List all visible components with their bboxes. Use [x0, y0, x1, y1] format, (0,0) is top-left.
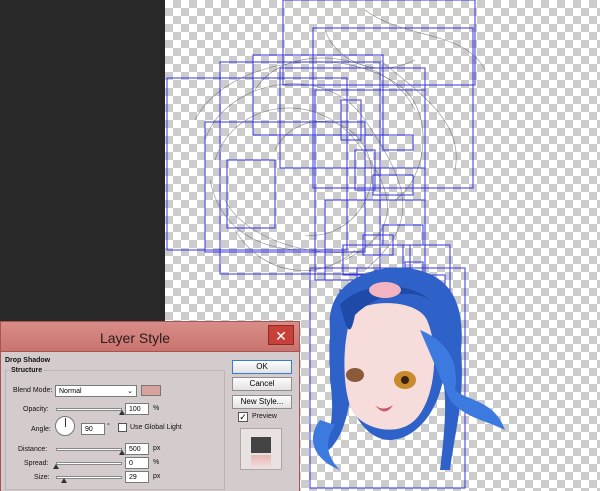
- character-illustration: [312, 267, 505, 470]
- ok-button[interactable]: OK: [232, 360, 292, 374]
- spread-slider-handle[interactable]: [53, 464, 59, 469]
- blend-mode-value: Normal: [59, 388, 82, 395]
- close-button[interactable]: ✕: [268, 325, 294, 345]
- angle-dial-needle: [65, 418, 66, 427]
- blend-mode-select[interactable]: Normal ⌄: [55, 385, 137, 397]
- opacity-unit: %: [153, 405, 160, 412]
- preview-swatch: [251, 437, 271, 453]
- distance-unit: px: [153, 445, 161, 452]
- angle-unit: °: [107, 423, 110, 430]
- distance-slider[interactable]: [56, 448, 122, 451]
- preview-shadow: [251, 455, 271, 467]
- angle-dial[interactable]: [55, 416, 75, 436]
- opacity-slider[interactable]: [56, 408, 122, 411]
- shadow-color-swatch[interactable]: [141, 385, 161, 396]
- size-label: Size:: [34, 474, 50, 481]
- angle-label: Angle:: [31, 426, 51, 433]
- layer-style-dialog: Layer Style ✕ Drop Shadow Structure Blen…: [0, 321, 300, 491]
- spread-slider[interactable]: [56, 462, 122, 465]
- angle-field[interactable]: 90: [81, 423, 105, 435]
- size-field[interactable]: 29: [125, 471, 149, 483]
- size-unit: px: [153, 473, 161, 480]
- size-slider-handle[interactable]: [60, 478, 67, 483]
- cancel-button[interactable]: Cancel: [232, 377, 292, 391]
- opacity-label: Opacity:: [23, 406, 49, 413]
- section-title: Drop Shadow: [5, 357, 51, 364]
- preview-thumbnail: [240, 428, 282, 470]
- global-light-label: Use Global Light: [130, 424, 182, 431]
- new-style-button[interactable]: New Style...: [232, 395, 292, 409]
- preview-label: Preview: [252, 413, 277, 420]
- global-light-checkbox[interactable]: [118, 423, 127, 432]
- dialog-body: Drop Shadow Structure Blend Mode: Normal…: [0, 352, 300, 491]
- group-title: Structure: [9, 367, 45, 374]
- spread-field[interactable]: 0: [125, 457, 149, 469]
- distance-field[interactable]: 500: [125, 443, 149, 455]
- dialog-titlebar[interactable]: Layer Style ✕: [0, 321, 300, 352]
- spread-unit: %: [153, 459, 160, 466]
- checkmark-icon: ✓: [239, 412, 247, 422]
- opacity-field[interactable]: 100: [125, 403, 149, 415]
- distance-label: Distance:: [18, 446, 48, 453]
- blend-mode-label: Blend Mode:: [13, 387, 53, 394]
- dialog-title: Layer Style: [99, 330, 171, 346]
- sketch-lines: [194, 9, 486, 271]
- preview-checkbox[interactable]: ✓: [238, 412, 248, 422]
- spread-label: Spread:: [24, 460, 49, 467]
- chevron-down-icon: ⌄: [127, 388, 133, 395]
